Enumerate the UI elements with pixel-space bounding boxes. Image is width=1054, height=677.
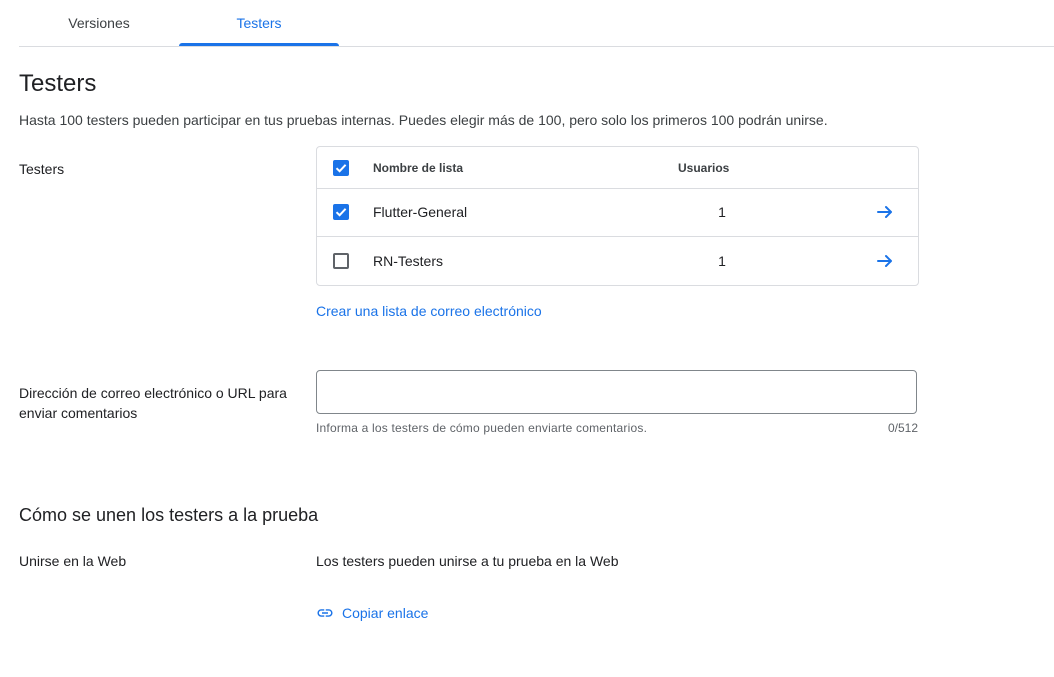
feedback-label: Dirección de correo electrónico o URL pa… bbox=[19, 385, 287, 421]
join-web-label: Unirse en la Web bbox=[19, 553, 127, 569]
page-description: Hasta 100 testers pueden participar en t… bbox=[19, 112, 828, 128]
table-row: RN-Testers 1 bbox=[317, 237, 918, 285]
arrow-right-icon[interactable] bbox=[875, 251, 895, 271]
link-icon[interactable] bbox=[316, 604, 336, 624]
list-name: RN-Testers bbox=[373, 253, 444, 269]
tester-lists-table: Nombre de lista Usuarios Flutter-General… bbox=[316, 146, 919, 286]
list-name: Flutter-General bbox=[373, 204, 468, 220]
create-email-list-link[interactable]: Crear una lista de correo electrónico bbox=[316, 303, 542, 319]
column-header-users: Usuarios bbox=[678, 161, 730, 175]
tab-testers[interactable]: Testers bbox=[179, 0, 339, 46]
tab-bar: Versiones Testers bbox=[19, 0, 1054, 47]
table-header: Nombre de lista Usuarios bbox=[317, 147, 918, 189]
page-title: Testers bbox=[19, 70, 97, 97]
feedback-input[interactable] bbox=[316, 370, 917, 414]
list-users-count: 1 bbox=[718, 204, 726, 220]
arrow-right-icon[interactable] bbox=[875, 202, 895, 222]
column-header-name: Nombre de lista bbox=[373, 161, 464, 175]
join-section-title: Cómo se unen los testers a la prueba bbox=[19, 505, 319, 525]
row-checkbox[interactable] bbox=[333, 253, 349, 269]
select-all-checkbox[interactable] bbox=[333, 160, 349, 176]
feedback-hint: Informa a los testers de cómo pueden env… bbox=[316, 421, 648, 435]
join-web-text: Los testers pueden unirse a tu prueba en… bbox=[316, 553, 619, 569]
tab-versiones[interactable]: Versiones bbox=[19, 0, 179, 45]
list-users-count: 1 bbox=[718, 253, 726, 269]
testers-label: Testers bbox=[19, 161, 65, 177]
copy-link-button[interactable]: Copiar enlace bbox=[342, 605, 428, 621]
table-row: Flutter-General 1 bbox=[317, 188, 918, 237]
row-checkbox[interactable] bbox=[333, 204, 349, 220]
feedback-char-counter: 0/512 bbox=[887, 421, 918, 435]
